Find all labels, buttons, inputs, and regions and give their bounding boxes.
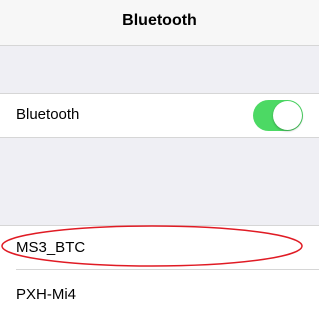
device-row-pxh-mi4[interactable]: PXH-Mi4: [0, 270, 319, 316]
page-title: Bluetooth: [122, 12, 197, 29]
section-spacer: [0, 46, 319, 93]
highlight-annotation: [1, 225, 303, 267]
navigation-bar: Bluetooth: [0, 0, 319, 46]
device-name: PXH-Mi4: [16, 286, 77, 303]
toggle-knob: [273, 101, 302, 130]
bluetooth-toggle[interactable]: [253, 100, 303, 131]
section-spacer: [0, 138, 319, 225]
red-ellipse-annotation: [1, 225, 303, 267]
bluetooth-setting-row: Bluetooth: [0, 93, 319, 138]
bluetooth-setting-label: Bluetooth: [16, 106, 80, 123]
